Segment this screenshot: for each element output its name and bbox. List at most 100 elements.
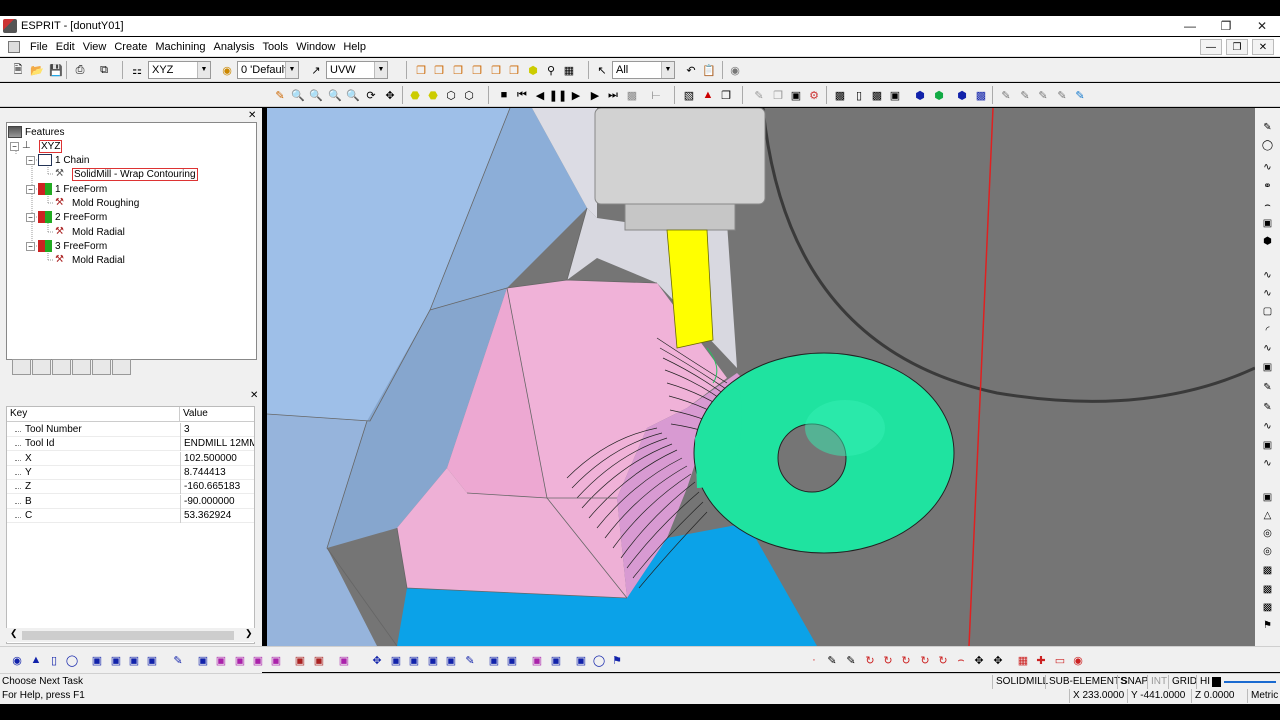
stock-icon[interactable]: ⚲ <box>543 62 559 78</box>
sweep-icon[interactable]: ▣ <box>144 652 160 668</box>
cone-icon[interactable]: ▲ <box>28 652 44 668</box>
layer-select[interactable]: 0 'Default' ▼ <box>237 61 299 79</box>
curve-icon[interactable]: ∿ <box>1260 160 1275 174</box>
color-swatch[interactable] <box>1212 677 1221 687</box>
record-icon[interactable]: ◉ <box>727 62 743 78</box>
grid-icon[interactable]: ▦ <box>561 62 577 78</box>
info-icon[interactable]: ⚑ <box>609 652 625 668</box>
boundary-icon[interactable]: ∿ <box>1260 268 1275 282</box>
group-select-icon[interactable]: ❐ <box>488 62 504 78</box>
tree-item-chain[interactable]: − 1 Chain <box>26 153 89 167</box>
menu-machining[interactable]: Machining <box>151 41 209 53</box>
tree-item-operation[interactable]: ⚒ Mold Roughing <box>55 196 139 210</box>
rotate-feature-icon[interactable]: ◯ <box>591 652 607 668</box>
tree-root[interactable]: Features <box>8 125 64 139</box>
group-list-icon[interactable]: ❐ <box>506 62 522 78</box>
circle-snap-icon[interactable]: ◉ <box>1070 652 1086 668</box>
snap-arc-4-icon[interactable]: ↻ <box>917 652 933 668</box>
status-mode[interactable]: SOLIDMILL <box>992 675 1051 689</box>
menu-window[interactable]: Window <box>292 41 339 53</box>
scroll-right-icon[interactable]: ❯ <box>245 628 253 639</box>
tree-item-freeform[interactable]: − 2 FreeForm <box>26 210 107 224</box>
freeform-tool-icon[interactable]: ✥ <box>369 652 385 668</box>
menu-view[interactable]: View <box>79 41 111 53</box>
feature-copy-icon[interactable]: ❐ <box>770 87 786 103</box>
collapse-icon[interactable]: − <box>26 155 35 165</box>
property-value[interactable]: ENDMILL 12MM <box>180 436 254 451</box>
operation-icon[interactable]: ▣ <box>788 87 804 103</box>
paste-icon[interactable]: 📋 <box>701 62 717 78</box>
measure-icon[interactable]: △ <box>1260 508 1275 522</box>
graphics-viewport[interactable] <box>267 108 1255 646</box>
revolve-icon[interactable]: ▣ <box>126 652 142 668</box>
part-model-icon[interactable]: ▣ <box>504 652 520 668</box>
group-remove-icon[interactable]: ❐ <box>450 62 466 78</box>
tab-tools-icon[interactable] <box>72 359 91 375</box>
snap-point-icon[interactable]: · <box>806 652 822 668</box>
shell-icon[interactable]: ▣ <box>195 652 211 668</box>
open-folder-icon[interactable]: 📂 <box>29 62 45 78</box>
project-icon[interactable]: ▣ <box>1260 360 1275 374</box>
menu-help[interactable]: Help <box>339 41 370 53</box>
solid-tool-icon[interactable]: ⬢ <box>1260 234 1275 248</box>
menu-create[interactable]: Create <box>110 41 151 53</box>
rotate-icon[interactable]: ⟳ <box>363 87 379 103</box>
clamp-icon[interactable]: ▩ <box>1260 582 1275 596</box>
collapse-icon[interactable]: − <box>26 241 35 251</box>
pause-icon[interactable]: ❚❚ <box>549 87 567 103</box>
cylinder-icon[interactable]: ▯ <box>46 652 62 668</box>
edit-view-icon[interactable]: ✎ <box>272 87 288 103</box>
group-add-icon[interactable]: ❐ <box>431 62 447 78</box>
snap-arc-3-icon[interactable]: ↻ <box>898 652 914 668</box>
spline-icon[interactable]: ∿ <box>1260 286 1275 300</box>
copy-icon[interactable]: ⧉ <box>96 62 112 78</box>
draft-icon[interactable]: ▣ <box>250 652 266 668</box>
tree-item-operation[interactable]: ⚒ Mold Radial <box>55 253 125 267</box>
property-row[interactable]: X 102.500000 <box>7 451 254 466</box>
tab-operations-icon[interactable] <box>32 359 51 375</box>
property-row[interactable]: B -90.000000 <box>7 494 254 509</box>
doc-close-icon[interactable]: ✕ <box>1252 39 1274 55</box>
new-file-icon[interactable]: 🗎 <box>10 62 26 78</box>
menu-analysis[interactable]: Analysis <box>210 41 259 53</box>
target-icon[interactable]: ◎ <box>1260 526 1275 540</box>
group-icon[interactable]: ❐ <box>413 62 429 78</box>
property-value[interactable]: 3 <box>180 422 254 437</box>
tool-holder-2-icon[interactable]: ✎ <box>1017 87 1033 103</box>
property-row[interactable]: Z -160.665183 <box>7 479 254 494</box>
surface-feature-icon[interactable]: ▣ <box>388 652 404 668</box>
offset-icon[interactable]: ▢ <box>1260 304 1275 318</box>
tree-item-freeform[interactable]: − 3 FreeForm <box>26 239 107 253</box>
work-offset-icon[interactable]: ⚑ <box>1260 618 1275 632</box>
zoom-in-icon[interactable]: 🔍 <box>308 87 324 103</box>
snap-arc-icon[interactable]: ↻ <box>862 652 878 668</box>
stock-solid-icon[interactable]: ⬢ <box>912 87 928 103</box>
coordinate-icon[interactable]: ▣ <box>573 652 589 668</box>
tree-item-xyz[interactable]: − ⊥ XYZ <box>10 139 63 153</box>
machine-icon[interactable]: ▩ <box>869 87 885 103</box>
dimension-icon[interactable]: ▣ <box>1260 490 1275 504</box>
thread-icon[interactable]: ✎ <box>462 652 478 668</box>
snap-arc-5-icon[interactable]: ↻ <box>935 652 951 668</box>
step-back-icon[interactable]: ◀ <box>532 87 548 103</box>
snap-arc-2-icon[interactable]: ↻ <box>880 652 896 668</box>
cube-icon[interactable]: ⬢ <box>954 87 970 103</box>
machine-setup-icon[interactable]: ▣ <box>887 87 903 103</box>
status-int[interactable]: INT <box>1147 675 1170 689</box>
stock-tool-icon[interactable]: ◎ <box>1260 544 1275 558</box>
tool-manager-icon[interactable]: ✎ <box>1072 87 1088 103</box>
doc-minimize-icon[interactable]: — <box>1200 39 1222 55</box>
snap-intersect-icon[interactable]: ✥ <box>990 652 1006 668</box>
tool-display-icon[interactable]: ▧ <box>681 87 697 103</box>
torus-icon[interactable]: ◯ <box>64 652 80 668</box>
property-value[interactable]: 53.362924 <box>180 508 254 523</box>
property-value[interactable]: 102.500000 <box>180 451 254 466</box>
split-icon[interactable]: ▣ <box>292 652 308 668</box>
cross-icon[interactable]: ✚ <box>1033 652 1049 668</box>
properties-scrollbar[interactable]: ❮ ❯ <box>6 628 255 642</box>
extrude-icon[interactable]: ▣ <box>108 652 124 668</box>
collapse-icon[interactable]: − <box>26 212 35 222</box>
solid-icon[interactable]: ⬢ <box>525 62 541 78</box>
chain-tool-icon[interactable]: ⚭ <box>1260 179 1275 193</box>
simulation-steps-icon[interactable]: ⊢ <box>648 87 664 103</box>
